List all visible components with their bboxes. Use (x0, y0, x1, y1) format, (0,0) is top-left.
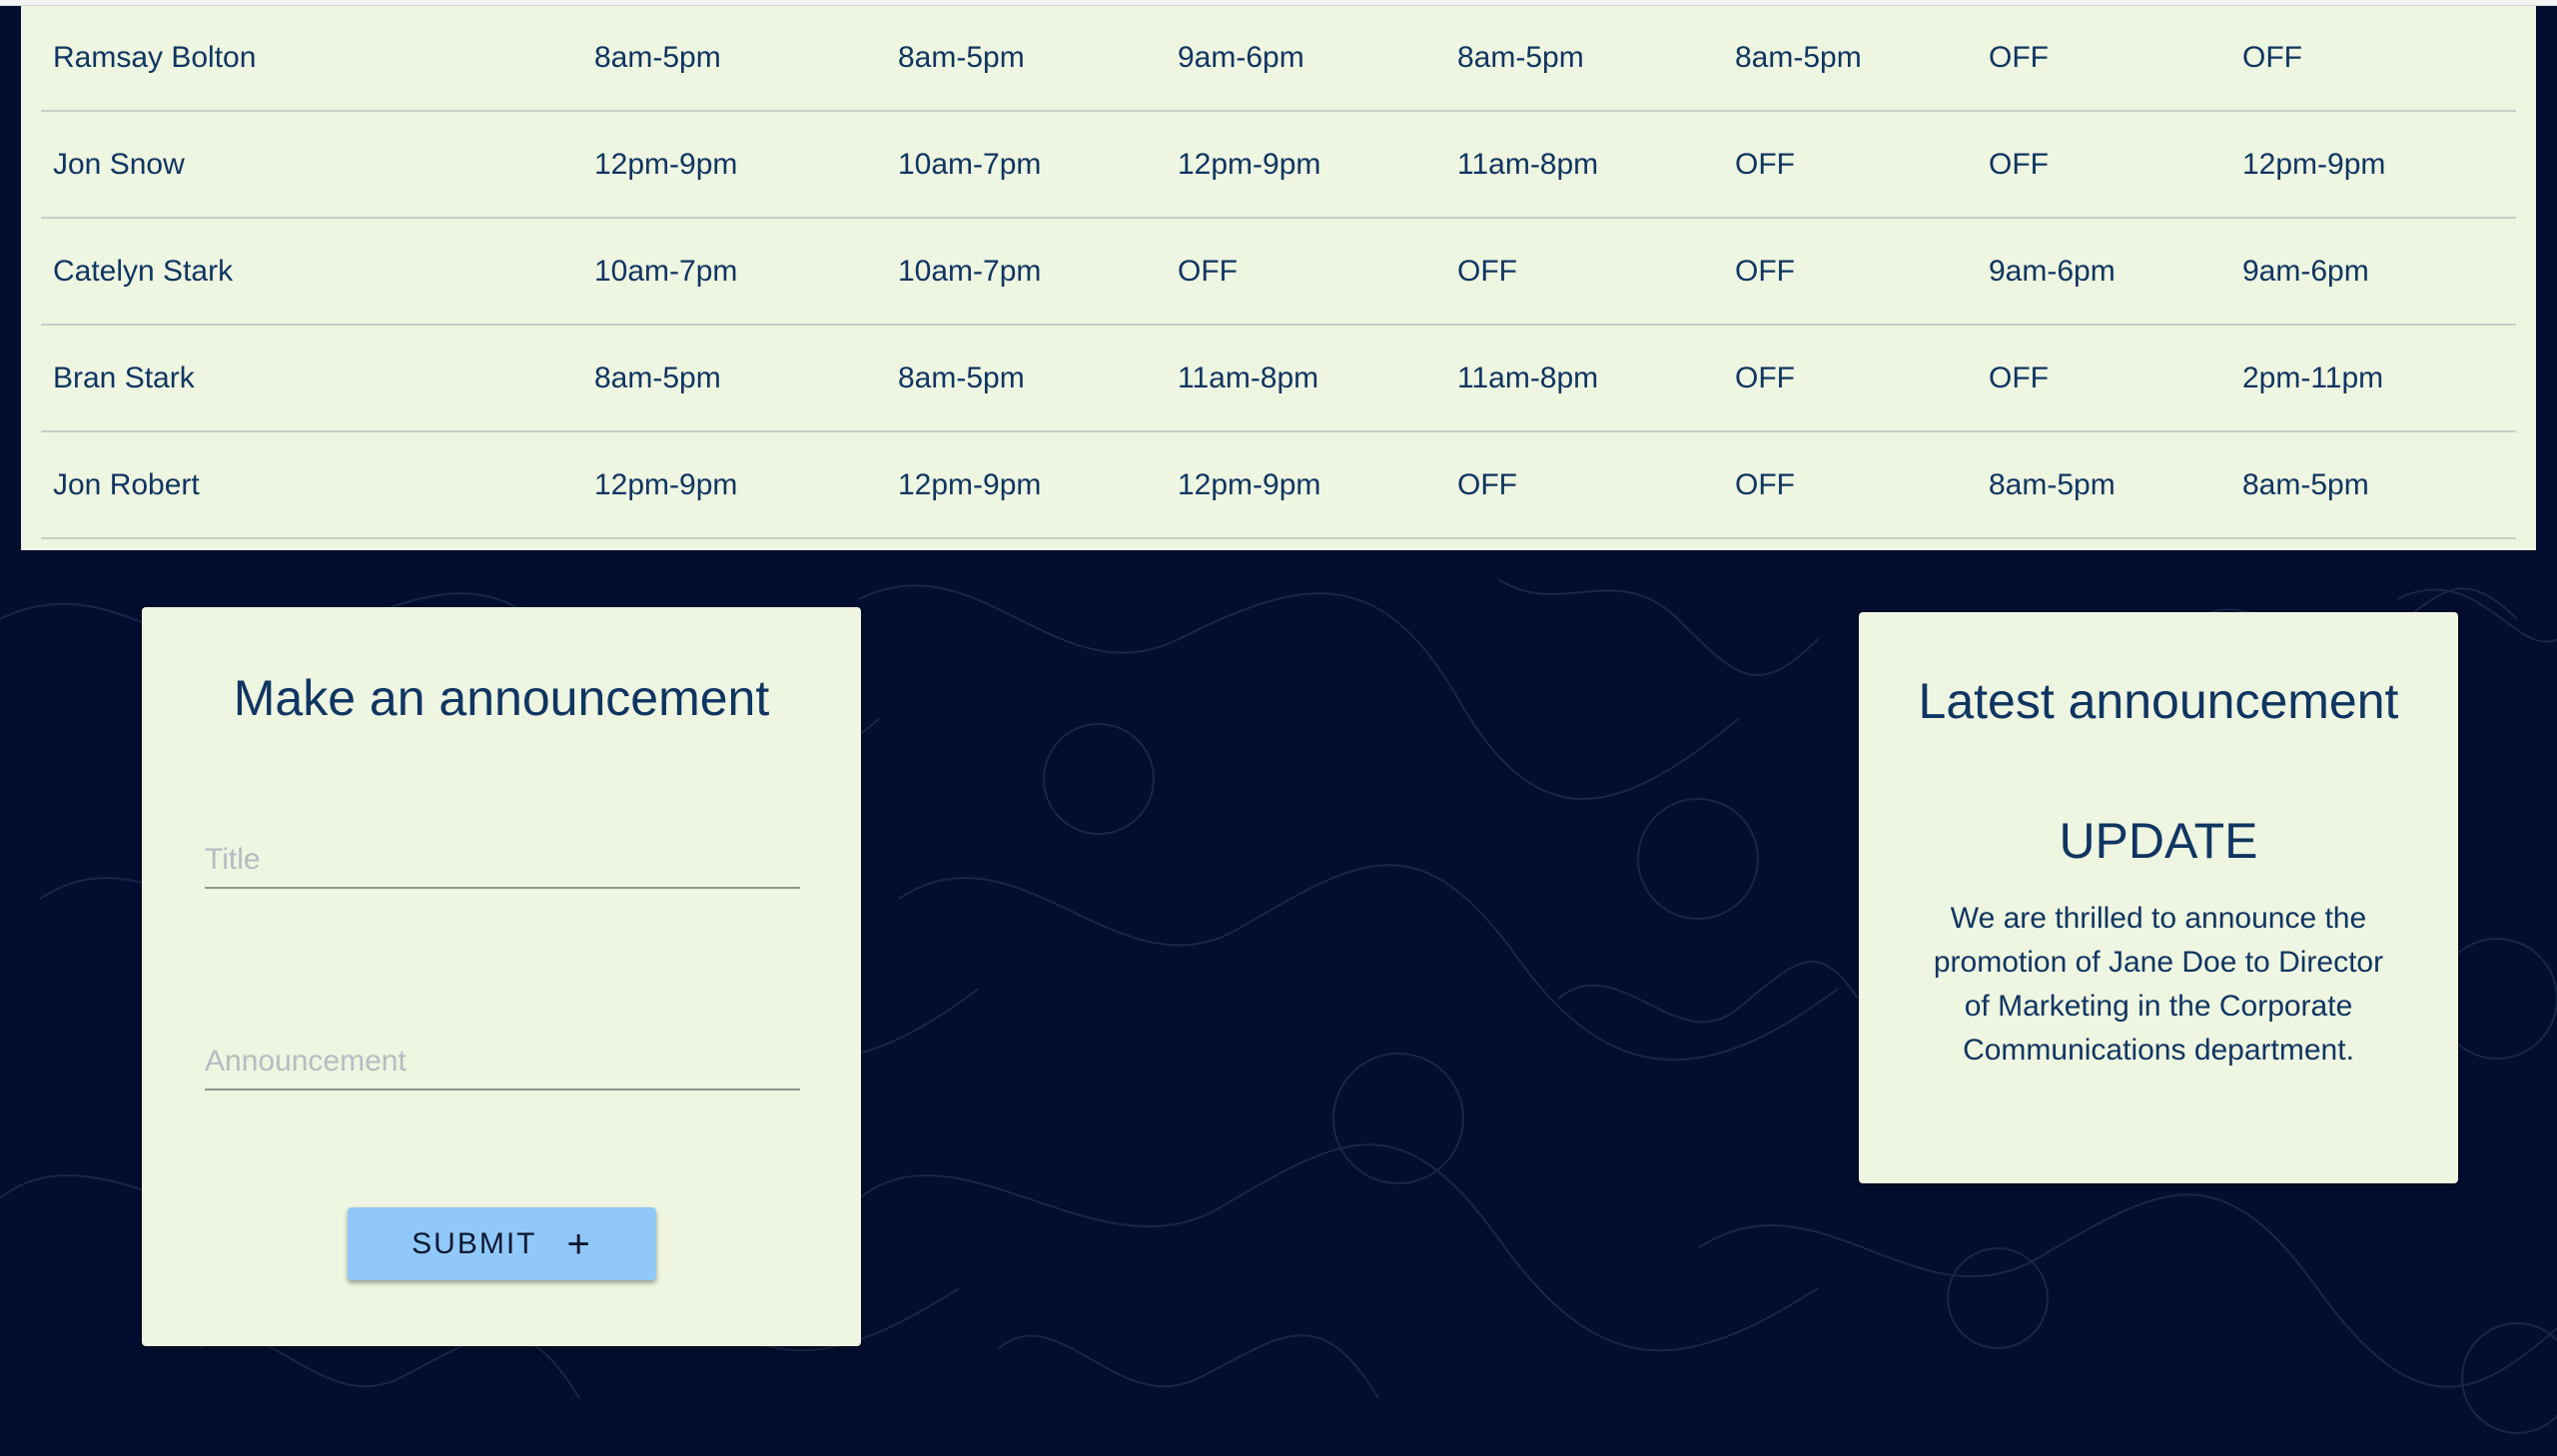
shift-cell: OFF (1977, 325, 2230, 432)
shift-cell: OFF (1723, 325, 1977, 432)
table-row: Ramsay Bolton 8am-5pm 8am-5pm 9am-6pm 8a… (41, 5, 2516, 112)
schedule-table: Ramsay Bolton 8am-5pm 8am-5pm 9am-6pm 8a… (41, 5, 2516, 539)
shift-cell: 12pm-9pm (1166, 431, 1445, 539)
make-announcement-heading: Make an announcement (233, 670, 770, 726)
title-field (205, 843, 800, 889)
table-row: Jon Robert 12pm-9pm 12pm-9pm 12pm-9pm OF… (41, 431, 2516, 539)
employee-name: Ramsay Bolton (41, 5, 582, 112)
table-row: Catelyn Stark 10am-7pm 10am-7pm OFF OFF … (41, 218, 2516, 326)
submit-button[interactable]: SUBMIT + (348, 1207, 656, 1280)
shift-cell: 11am-8pm (1445, 111, 1723, 219)
make-announcement-card: Make an announcement SUBMIT + (142, 607, 861, 1346)
table-row: Bran Stark 8am-5pm 8am-5pm 11am-8pm 11am… (41, 325, 2516, 432)
shift-cell: 10am-7pm (886, 218, 1166, 326)
shift-cell: 12pm-9pm (886, 431, 1166, 539)
shift-cell: 8am-5pm (582, 5, 886, 112)
shift-cell: 12pm-9pm (1166, 111, 1445, 219)
latest-announcement-heading: Latest announcement (1918, 673, 2399, 729)
shift-cell: 12pm-9pm (2230, 111, 2516, 219)
shift-cell: 8am-5pm (1445, 5, 1723, 112)
plus-icon: + (566, 1221, 592, 1266)
submit-label: SUBMIT (412, 1226, 537, 1260)
employee-name: Bran Stark (41, 325, 582, 432)
title-input[interactable] (205, 843, 800, 887)
shift-cell: 12pm-9pm (582, 431, 886, 539)
shift-cell: 8am-5pm (886, 325, 1166, 432)
shift-cell: 8am-5pm (886, 5, 1166, 112)
shift-cell: OFF (1723, 218, 1977, 326)
employee-name: Jon Robert (41, 431, 582, 539)
shift-cell: 8am-5pm (2230, 431, 2516, 539)
shift-cell: OFF (1977, 111, 2230, 219)
shift-cell: 9am-6pm (1977, 218, 2230, 326)
shift-cell: 10am-7pm (582, 218, 886, 326)
shift-cell: 10am-7pm (886, 111, 1166, 219)
shift-cell: 11am-8pm (1166, 325, 1445, 432)
announcement-input[interactable] (205, 1045, 800, 1089)
top-edge (0, 0, 2557, 6)
latest-announcement-card: Latest announcement UPDATE We are thrill… (1859, 612, 2458, 1183)
announcement-body: We are thrilled to announce the promotio… (1933, 902, 2384, 1067)
schedule-panel: Ramsay Bolton 8am-5pm 8am-5pm 9am-6pm 8a… (21, 5, 2536, 550)
announcement-title: UPDATE (2059, 813, 2258, 869)
shift-cell: 9am-6pm (1166, 5, 1445, 112)
shift-cell: OFF (1723, 431, 1977, 539)
shift-cell: 8am-5pm (1977, 431, 2230, 539)
shift-cell: 8am-5pm (582, 325, 886, 432)
shift-cell: OFF (1445, 218, 1723, 326)
shift-cell: OFF (1723, 111, 1977, 219)
shift-cell: 9am-6pm (2230, 218, 2516, 326)
shift-cell: 11am-8pm (1445, 325, 1723, 432)
shift-cell: OFF (1166, 218, 1445, 326)
announcement-field (205, 1045, 800, 1091)
employee-name: Catelyn Stark (41, 218, 582, 326)
shift-cell: 8am-5pm (1723, 5, 1977, 112)
shift-cell: OFF (2230, 5, 2516, 112)
employee-name: Jon Snow (41, 111, 582, 219)
shift-cell: 12pm-9pm (582, 111, 886, 219)
shift-cell: OFF (1977, 5, 2230, 112)
shift-cell: 2pm-11pm (2230, 325, 2516, 432)
shift-cell: OFF (1445, 431, 1723, 539)
table-row: Jon Snow 12pm-9pm 10am-7pm 12pm-9pm 11am… (41, 111, 2516, 219)
